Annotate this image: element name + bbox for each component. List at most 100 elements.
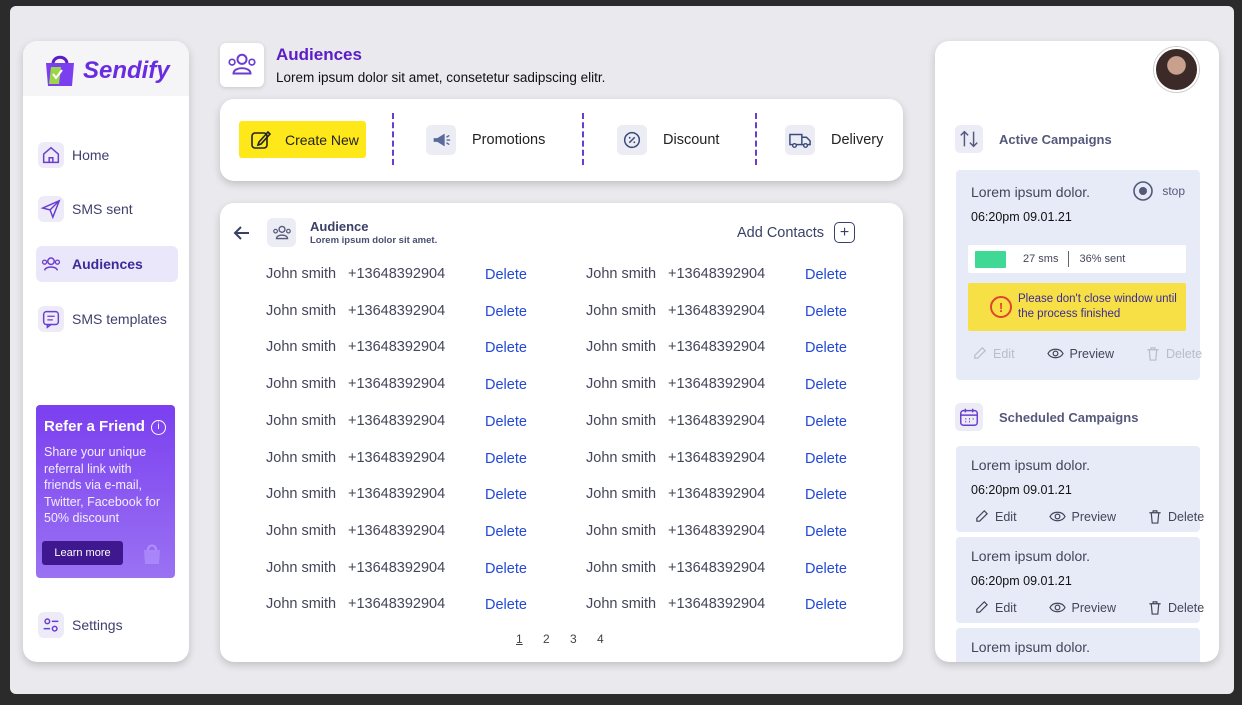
back-arrow-icon[interactable]	[232, 223, 252, 243]
edit-label: Edit	[993, 346, 1015, 361]
progress-bar-fill	[975, 250, 1006, 268]
bag-icon	[144, 544, 160, 564]
delete-contact-link[interactable]: Delete	[805, 451, 847, 467]
contact-row: John smith +13648392904 Delete	[266, 339, 566, 361]
preview-button[interactable]: Preview	[1048, 600, 1117, 615]
preview-button[interactable]: Preview	[1048, 509, 1116, 524]
sent-percentage: 36% sent	[1079, 253, 1126, 265]
trash-icon	[1149, 601, 1161, 615]
contact-row: John smith +13648392904 Delete	[586, 523, 886, 545]
contact-name: John smith	[586, 339, 657, 356]
delete-contact-link[interactable]: Delete	[485, 524, 527, 540]
audiences-header-icon	[220, 43, 264, 87]
contact-row: John smith +13648392904 Delete	[586, 266, 886, 288]
scheduled-campaign-card[interactable]: Lorem ipsum dolor.	[956, 628, 1200, 662]
scheduled-campaign-card[interactable]: Lorem ipsum dolor. 06:20pm 09.01.21 Edit…	[956, 446, 1204, 532]
delete-button[interactable]: Delete	[1148, 509, 1204, 524]
delete-button[interactable]: Delete	[1148, 600, 1204, 615]
logo-area: Sendify	[23, 41, 189, 96]
page-link[interactable]: 2	[543, 632, 570, 646]
audience-subtitle: Lorem ipsum dolor sit amet.	[310, 235, 438, 246]
contact-phone: +13648392904	[668, 596, 766, 613]
page-link[interactable]: 1	[516, 632, 543, 646]
discount-button[interactable]: Discount	[617, 122, 719, 158]
delete-contact-link[interactable]: Delete	[485, 377, 527, 393]
delete-contact-link[interactable]: Delete	[805, 304, 847, 320]
sidebar-item-settings[interactable]: Settings	[36, 607, 178, 643]
delete-contact-link[interactable]: Delete	[805, 487, 847, 503]
audience-list-panel: Audience Lorem ipsum dolor sit amet. Add…	[220, 203, 903, 662]
contact-name: John smith	[266, 522, 337, 539]
settings-sliders-icon	[38, 612, 64, 638]
stop-button[interactable]: stop	[1132, 180, 1185, 202]
progress-divider	[1068, 251, 1070, 267]
campaign-time: 06:20pm 09.01.21	[971, 574, 1072, 588]
delete-contact-link[interactable]: Delete	[805, 377, 847, 393]
contact-phone: +13648392904	[668, 266, 766, 282]
delete-contact-link[interactable]: Delete	[485, 597, 527, 613]
chat-template-icon	[38, 306, 64, 332]
preview-label: Preview	[1071, 600, 1117, 615]
promotions-button[interactable]: Promotions	[426, 122, 545, 158]
edit-button[interactable]: Edit	[972, 346, 1015, 361]
page-link[interactable]: 4	[597, 632, 624, 646]
delete-contact-link[interactable]: Delete	[805, 340, 847, 356]
delete-contact-link[interactable]: Delete	[485, 487, 527, 503]
contact-phone: +13648392904	[348, 302, 446, 319]
contact-row: John smith +13648392904 Delete	[266, 523, 566, 545]
sidebar-item-sms-sent[interactable]: SMS sent	[36, 191, 178, 227]
pagination: 1234	[516, 632, 624, 646]
discount-label: Discount	[663, 132, 720, 148]
contact-phone: +13648392904	[348, 449, 446, 466]
delivery-button[interactable]: Delivery	[785, 122, 883, 158]
eye-icon	[1046, 348, 1064, 359]
info-icon[interactable]: i	[151, 420, 166, 435]
edit-label: Edit	[995, 509, 1017, 524]
contact-row: John smith +13648392904 Delete	[266, 376, 566, 398]
contact-name: John smith	[586, 596, 657, 613]
eye-icon	[1048, 511, 1066, 522]
edit-button[interactable]: Edit	[974, 509, 1017, 524]
contact-row: John smith +13648392904 Delete	[586, 560, 886, 582]
edit-button[interactable]: Edit	[974, 600, 1017, 615]
plus-icon: +	[834, 222, 856, 243]
audience-title: Audience	[310, 219, 369, 234]
delete-contact-link[interactable]: Delete	[805, 414, 847, 430]
sort-arrows-icon	[955, 125, 983, 153]
delete-contact-link[interactable]: Delete	[805, 524, 847, 540]
add-contacts-button[interactable]: Add Contacts +	[737, 222, 856, 243]
contact-phone: +13648392904	[668, 412, 766, 429]
delete-contact-link[interactable]: Delete	[805, 597, 847, 613]
delete-contact-link[interactable]: Delete	[485, 304, 527, 320]
sidebar-item-label: Home	[72, 147, 110, 163]
delete-contact-link[interactable]: Delete	[485, 451, 527, 467]
refer-title: Refer a Friend	[44, 418, 145, 435]
delete-contact-link[interactable]: Delete	[805, 267, 847, 283]
delete-contact-link[interactable]: Delete	[485, 340, 527, 356]
sidebar-item-sms-templates[interactable]: SMS templates	[36, 301, 178, 337]
page-link[interactable]: 3	[570, 632, 597, 646]
discount-badge-icon	[617, 125, 647, 155]
contact-name: John smith	[266, 302, 337, 319]
delete-contact-link[interactable]: Delete	[805, 561, 847, 577]
create-new-button[interactable]: Create New	[239, 121, 366, 158]
pencil-icon	[974, 347, 986, 359]
truck-icon	[785, 125, 815, 155]
edit-label: Edit	[995, 600, 1017, 615]
calendar-icon	[955, 403, 983, 431]
contact-name: John smith	[266, 596, 337, 613]
contact-row: John smith +13648392904 Delete	[266, 486, 566, 508]
delete-button[interactable]: Delete	[1146, 346, 1202, 361]
delete-contact-link[interactable]: Delete	[485, 414, 527, 430]
sidebar-item-audiences[interactable]: Audiences	[36, 246, 178, 282]
delete-contact-link[interactable]: Delete	[485, 267, 527, 283]
learn-more-button[interactable]: Learn more	[42, 541, 123, 565]
active-campaign-card: Lorem ipsum dolor. 06:20pm 09.01.21 stop…	[956, 170, 1202, 380]
scheduled-campaign-card[interactable]: Lorem ipsum dolor. 06:20pm 09.01.21 Edit…	[956, 537, 1204, 623]
toolbar-divider	[392, 113, 394, 165]
sidebar-item-home[interactable]: Home	[36, 137, 178, 173]
delete-contact-link[interactable]: Delete	[485, 561, 527, 577]
avatar[interactable]	[1154, 47, 1199, 92]
preview-button[interactable]: Preview	[1046, 346, 1114, 361]
stop-label: stop	[1162, 184, 1185, 198]
